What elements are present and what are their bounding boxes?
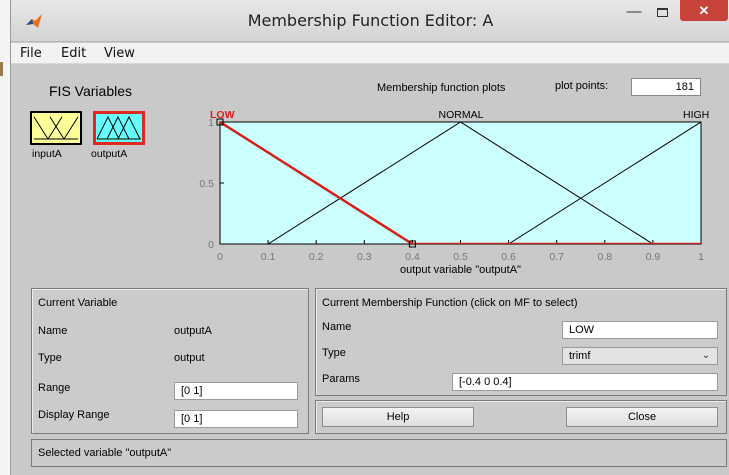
mf-type-value: trimf xyxy=(569,350,591,362)
plot-area xyxy=(219,121,702,245)
current-variable-title: Current Variable xyxy=(38,297,118,309)
output-variable-label: outputA xyxy=(91,148,128,160)
range-input[interactable]: [0 1] xyxy=(174,382,298,400)
maximize-button[interactable] xyxy=(649,4,675,26)
mf-type-label: Type xyxy=(322,347,346,359)
mf-editor-window: Membership Function Editor: A — ✕ File E… xyxy=(10,0,729,475)
x-tick-label: 0.5 xyxy=(453,251,468,263)
menu-bar: File Edit View xyxy=(11,43,729,64)
y-tick-label: 0.5 xyxy=(199,178,214,190)
close-window-button[interactable]: ✕ xyxy=(680,0,728,21)
title-bar: Membership Function Editor: A — ✕ xyxy=(11,0,729,42)
status-bar: Selected variable "outputA" xyxy=(31,439,727,467)
mf-label-high: HIGH xyxy=(683,109,709,121)
current-variable-panel: Current Variable Name outputA Type outpu… xyxy=(31,288,309,434)
x-tick-label: 0 xyxy=(217,251,223,263)
input-mf-icon xyxy=(33,116,79,140)
mf-plots-label: Membership function plots xyxy=(377,82,506,94)
x-tick-label: 0.8 xyxy=(597,251,612,263)
display-range-input[interactable]: [0 1] xyxy=(174,410,298,428)
display-range-label: Display Range xyxy=(38,409,110,421)
input-variable-box[interactable] xyxy=(30,111,82,145)
x-tick-label: 1 xyxy=(698,251,704,263)
output-mf-icon xyxy=(96,115,141,140)
x-tick-label: 0.9 xyxy=(646,251,661,263)
input-variable-label: inputA xyxy=(32,148,62,160)
x-tick-label: 0.2 xyxy=(309,251,324,263)
plot-points-label: plot points: xyxy=(555,80,609,92)
output-variable-box[interactable] xyxy=(93,111,145,145)
variable-type-value: output xyxy=(174,352,205,364)
mf-params-label: Params xyxy=(322,373,360,385)
variable-type-label: Type xyxy=(38,352,62,364)
fis-variables-title: FIS Variables xyxy=(49,83,132,99)
x-tick-label: 0.6 xyxy=(501,251,516,263)
mf-name-label: Name xyxy=(322,321,352,333)
mf-type-select[interactable]: trimf ⌄ xyxy=(562,347,718,365)
range-label: Range xyxy=(38,382,71,394)
x-tick-label: 0.4 xyxy=(405,251,420,263)
variable-name-value: outputA xyxy=(174,325,212,337)
membership-function-plot[interactable]: 0 0.1 0.2 0.3 0.4 0.5 0.6 0.7 0.8 0.9 100.51NORMAL… xyxy=(191,100,721,280)
x-tick-label: 0.7 xyxy=(549,251,564,263)
x-tick-label: 0.3 xyxy=(357,251,372,263)
current-mf-panel: Current Membership Function (click on MF… xyxy=(315,288,727,396)
y-tick-label: 0 xyxy=(208,239,214,251)
minimize-button[interactable]: — xyxy=(621,2,647,24)
variable-name-label: Name xyxy=(38,325,68,337)
mf-name-input[interactable]: LOW xyxy=(562,321,718,339)
mf-params-input[interactable]: [-0.4 0 0.4] xyxy=(452,373,718,391)
mf-label-low: LOW xyxy=(210,109,235,121)
desktop-edge-mark xyxy=(0,62,3,76)
close-button[interactable]: Close xyxy=(566,407,718,427)
menu-file[interactable]: File xyxy=(20,46,42,61)
chevron-down-icon: ⌄ xyxy=(701,350,711,361)
menu-view[interactable]: View xyxy=(104,46,135,61)
x-axis-label: output variable "outputA" xyxy=(400,264,521,276)
buttons-panel: Help Close xyxy=(315,400,727,434)
maximize-icon xyxy=(656,8,668,17)
mf-label-normal: NORMAL xyxy=(439,109,484,121)
help-button[interactable]: Help xyxy=(322,407,474,427)
plot-points-input[interactable]: 181 xyxy=(631,78,701,96)
x-tick-label: 0.1 xyxy=(261,251,276,263)
current-mf-title: Current Membership Function (click on MF… xyxy=(322,297,578,309)
menu-edit[interactable]: Edit xyxy=(61,46,86,61)
